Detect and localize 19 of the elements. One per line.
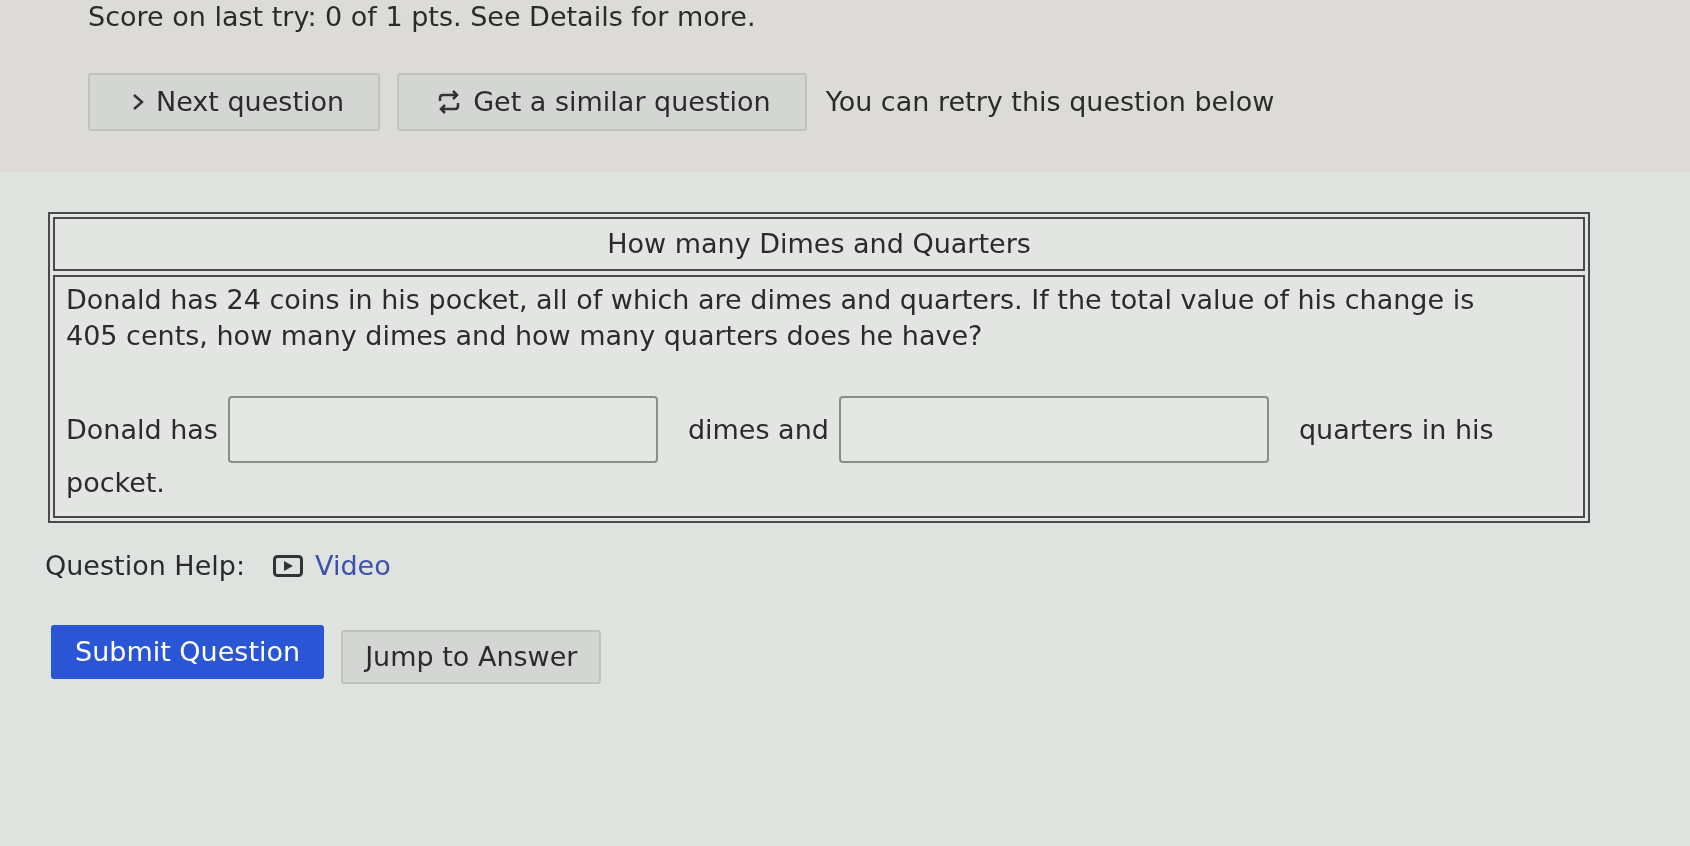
submit-button[interactable]: Submit Question: [51, 624, 325, 679]
answer-text: Donald has: [66, 412, 218, 447]
retry-note: You can retry this question below: [825, 85, 1275, 119]
answer-input[interactable]: [838, 396, 1269, 463]
question-help-label: Question Help:: [45, 548, 245, 583]
video-play-icon: [273, 554, 303, 577]
next-question-button[interactable]: Next question: [88, 73, 381, 131]
similar-question-button[interactable]: Get a similar question: [397, 73, 807, 131]
answer-input[interactable]: [227, 396, 658, 463]
question-prompt: Donald has 24 coins in his pocket, all of which are dimes and quarters. If the total value of his change is 405 cents, how many dimes and how many quarters does he have?: [66, 283, 1476, 353]
answer-text: pocket.: [66, 465, 165, 500]
repeat-arrows-icon: [437, 90, 462, 114]
score-message: Score on last try: 0 of 1 pts. See Details for more.: [88, 0, 756, 34]
video-link[interactable]: Video: [273, 548, 391, 583]
question-title: How many Dimes and Quarters: [607, 227, 1031, 261]
jump-to-answer-button[interactable]: Jump to Answer: [341, 629, 602, 684]
answer-text: dimes and: [687, 412, 829, 447]
answer-text: quarters in his: [1298, 412, 1494, 447]
chevron-right-icon: [132, 93, 144, 111]
